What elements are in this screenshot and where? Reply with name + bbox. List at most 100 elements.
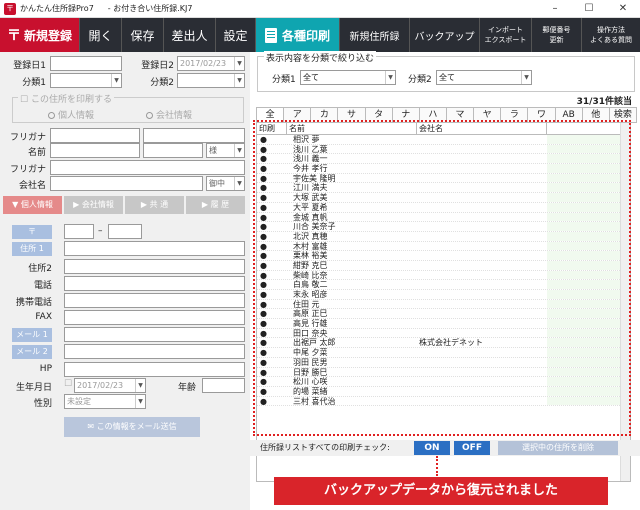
company-name-input[interactable] [50,176,203,191]
hp-input[interactable] [64,362,245,377]
gender-select[interactable]: 未設定 ▼ [64,394,146,409]
postal-code-1-input[interactable] [64,224,94,239]
tab-company[interactable]: ▶ 会社情報 [64,196,123,214]
reg-date2-select[interactable]: 2017/02/23 ▼ [177,56,245,71]
print-mark-icon[interactable]: ● [257,135,287,144]
sei-input[interactable] [50,143,140,158]
company-furigana-input[interactable] [50,160,245,175]
minimize-button[interactable]: – [538,0,572,18]
print-mark-icon[interactable]: ● [257,222,287,231]
tab-kana-all[interactable]: 全 [256,107,285,123]
maximize-button[interactable]: ☐ [572,0,606,18]
print-mark-icon[interactable]: ● [257,319,287,328]
tab-kana-sa[interactable]: サ [337,107,366,123]
print-mark-icon[interactable]: ● [257,251,287,260]
print-all-off-button[interactable]: OFF [454,441,490,455]
col-company[interactable]: 会社名 [417,123,547,134]
print-mark-icon[interactable]: ● [257,280,287,289]
address-list[interactable]: 印刷 名前 会社名 ● 相沢 夢 ● 浅川 乙葉 ● 浅川 義一 ● 今井 孝行 ● 宇佐美 隆明… [256,122,631,482]
furigana-sei-input[interactable] [50,128,140,143]
list-item[interactable]: ● 田口 奈央 [257,328,630,339]
print-mark-icon[interactable]: ● [257,242,287,251]
list-item[interactable]: ● 木村 富雄 [257,241,630,252]
furigana-mei-input[interactable] [143,128,245,143]
mail2-input[interactable] [64,344,245,359]
sender-button[interactable]: 差出人 [164,18,216,52]
mei-input[interactable] [143,143,203,158]
print-mark-icon[interactable]: ● [257,174,287,183]
fax-input[interactable] [64,310,245,325]
print-mark-icon[interactable]: ● [257,164,287,173]
print-mark-icon[interactable]: ● [257,203,287,212]
print-mark-icon[interactable]: ● [257,183,287,192]
print-mark-icon[interactable]: ● [257,145,287,154]
mobile-input[interactable] [64,293,245,308]
list-item[interactable]: ● 栗林 裕美 [257,251,630,261]
send-mail-button[interactable]: ✉ この情報をメール送信 [64,417,200,437]
list-item[interactable]: ● 今井 孝行 [257,164,630,174]
tab-kana-ka[interactable]: カ [310,107,339,123]
class1-select[interactable]: ▼ [50,73,122,88]
list-item[interactable]: ● 相沢 夢 [257,135,630,145]
print-mark-icon[interactable]: ● [257,309,287,318]
tab-history[interactable]: ▶ 履 歴 [186,196,245,214]
list-item[interactable]: ● 的場 菜緒 [257,386,630,397]
list-item[interactable]: ● 松川 心咲 [257,377,630,387]
list-item[interactable]: ● 柴崎 比奈 [257,270,630,281]
print-mark-icon[interactable]: ● [257,358,287,367]
backup-button[interactable]: バックアップ [410,18,480,52]
postal-update-button[interactable]: 郵便番号 更新 [532,18,582,52]
help-button[interactable]: 操作方法 よくある質問 [582,18,640,52]
print-mark-icon[interactable]: ● [257,193,287,202]
postal-lookup-button[interactable]: 〒 [12,225,52,239]
import-export-button[interactable]: インポート エクスポート [480,18,532,52]
list-item[interactable]: ● 羽田 民男 [257,357,630,368]
print-mark-icon[interactable]: ● [257,261,287,270]
list-item[interactable]: ● 中尾 夕菜 [257,348,630,358]
print-mark-icon[interactable]: ● [257,271,287,280]
address1-input[interactable] [64,241,245,256]
tab-kana-a[interactable]: ア [283,107,312,123]
tab-search[interactable]: 検索 [608,107,637,123]
print-mark-icon[interactable]: ● [257,290,287,299]
print-mark-icon[interactable]: ● [257,213,287,222]
honorific-select[interactable]: 様 ▼ [206,143,245,158]
tab-kana-ma[interactable]: マ [445,107,475,123]
tab-common[interactable]: ▶ 共 通 [125,196,184,214]
print-mark-icon[interactable]: ● [257,397,287,406]
tab-kana-wa[interactable]: ワ [527,107,556,123]
tab-kana-ra[interactable]: ラ [500,107,529,123]
list-item[interactable]: ● 高見 行雄 [257,319,630,329]
print-all-on-button[interactable]: ON [414,441,450,455]
print-mark-icon[interactable]: ● [257,368,287,377]
tab-kana-ya[interactable]: ヤ [473,107,502,123]
print-button[interactable]: 各種印刷 [256,18,340,52]
mail1-button[interactable]: メール 1 [12,328,52,342]
mail1-input[interactable] [64,327,245,342]
print-mark-icon[interactable]: ● [257,387,287,396]
tab-kana-na[interactable]: ナ [391,107,420,123]
print-mark-icon[interactable]: ● [257,348,287,357]
list-item[interactable]: ● 宇佐美 隆明 [257,173,630,184]
new-book-button[interactable]: 新規住所録 [340,18,410,52]
birthday-checkbox[interactable]: ☐ [64,379,72,389]
list-item[interactable]: ● 日野 勝巳 [257,367,630,378]
age-input[interactable] [202,378,245,393]
list-item[interactable]: ● 高原 正巳 [257,309,630,320]
list-item[interactable]: ● 白鳥 敬二 [257,280,630,290]
tab-kana-other[interactable]: 他 [581,107,610,123]
print-mark-icon[interactable]: ● [257,154,287,163]
print-mark-icon[interactable]: ● [257,300,287,309]
list-item[interactable]: ● 大塚 武美 [257,193,630,203]
list-item[interactable]: ● 三村 喜代治 [257,396,630,407]
personal-radio[interactable]: 個人情報 [48,108,94,121]
class2-select[interactable]: ▼ [177,73,245,88]
delete-selected-button[interactable]: 選択中の住所を削除 [498,441,618,455]
company-honorific-select[interactable]: 御中 ▼ [206,176,245,191]
list-item[interactable]: ● 住田 元 [257,299,630,310]
filter-class2-select[interactable]: 全て ▼ [436,70,532,85]
list-item[interactable]: ● 出裾戸 太郎 株式会社デネット [257,338,630,349]
print-mark-icon[interactable]: ● [257,338,287,347]
company-radio[interactable]: 会社情報 [146,108,192,121]
col-print[interactable]: 印刷 [257,123,287,134]
